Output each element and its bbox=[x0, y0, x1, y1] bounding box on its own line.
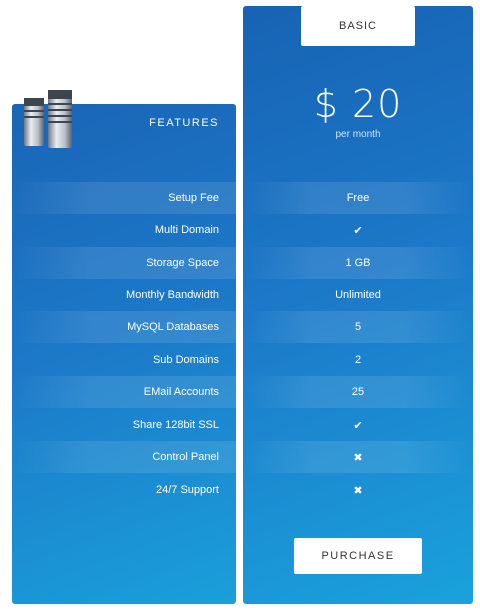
plan-value-row: ✖ bbox=[243, 441, 473, 473]
plan-value-row: ✔ bbox=[243, 214, 473, 246]
plan-value-text: 2 bbox=[354, 354, 362, 366]
plan-name-tab: BASIC bbox=[301, 6, 415, 46]
plan-value-row: 25 bbox=[243, 376, 473, 408]
feature-row-email-accounts: EMail Accounts bbox=[12, 376, 236, 408]
plan-value-row: ✖ bbox=[243, 474, 473, 506]
plan-price: $ 20 bbox=[313, 82, 403, 126]
feature-row-storage-space: Storage Space bbox=[12, 247, 236, 279]
plan-value-row: Free bbox=[243, 182, 473, 214]
feature-label: Share 128bit SSL bbox=[132, 419, 219, 431]
purchase-button[interactable]: PURCHASE bbox=[294, 538, 422, 574]
server-icon bbox=[24, 90, 72, 148]
feature-row-control-panel: Control Panel bbox=[12, 441, 236, 473]
plan-value-text: 1 GB bbox=[345, 257, 371, 269]
check-icon: ✔ bbox=[353, 224, 363, 237]
features-title: FEATURES bbox=[149, 117, 219, 129]
feature-row-monthly-bandwidth: Monthly Bandwidth bbox=[12, 279, 236, 311]
feature-row-sub-domains: Sub Domains bbox=[12, 344, 236, 376]
cross-icon: ✖ bbox=[353, 451, 363, 464]
feature-label: Storage Space bbox=[146, 257, 219, 269]
plan-value-row: 2 bbox=[243, 344, 473, 376]
feature-row-support: 24/7 Support bbox=[12, 474, 236, 506]
feature-row-multi-domain: Multi Domain bbox=[12, 214, 236, 246]
feature-label: Monthly Bandwidth bbox=[126, 289, 219, 301]
feature-label: EMail Accounts bbox=[143, 386, 219, 398]
feature-label: Multi Domain bbox=[154, 224, 219, 236]
feature-label: 24/7 Support bbox=[156, 484, 219, 496]
feature-label: Control Panel bbox=[152, 451, 219, 463]
feature-label: MySQL Databases bbox=[127, 321, 219, 333]
feature-row-ssl: Share 128bit SSL bbox=[12, 409, 236, 441]
feature-label: Setup Fee bbox=[168, 192, 219, 204]
feature-label: Sub Domains bbox=[152, 354, 219, 366]
feature-row-mysql-databases: MySQL Databases bbox=[12, 311, 236, 343]
plan-value-row: Unlimited bbox=[243, 279, 473, 311]
plan-value-row: 5 bbox=[243, 311, 473, 343]
plan-value-text: 5 bbox=[354, 321, 362, 333]
plan-value-text: 25 bbox=[351, 386, 365, 398]
plan-period: per month bbox=[335, 129, 381, 140]
check-icon: ✔ bbox=[353, 419, 363, 432]
feature-row-setup-fee: Setup Fee bbox=[12, 182, 236, 214]
plan-value-text: Free bbox=[346, 192, 370, 204]
plan-value-text: Unlimited bbox=[335, 289, 381, 301]
plan-value-row: 1 GB bbox=[243, 247, 473, 279]
plan-value-row: ✔ bbox=[243, 409, 473, 441]
cross-icon: ✖ bbox=[353, 484, 363, 497]
